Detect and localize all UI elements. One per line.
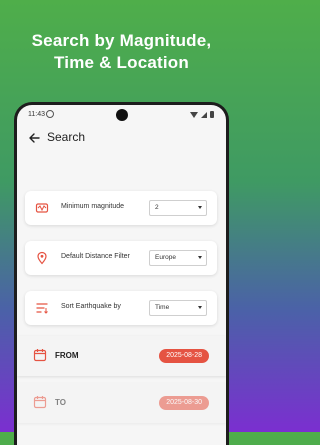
minimum-magnitude-row: Minimum magnitude 2 [25,191,217,225]
status-bar: 11:43 [17,105,226,123]
minimum-magnitude-value: 2 [155,204,159,211]
chevron-down-icon [198,206,202,209]
wifi-icon [190,111,198,118]
camera-cutout [116,109,128,121]
distance-filter-row: Default Distance Filter Europe [25,241,217,275]
chevron-down-icon [198,306,202,309]
system-icons [190,111,214,118]
page-title: Search [47,130,86,144]
promo-headline-line2: Time & Location [54,53,189,72]
sync-icon [46,110,54,118]
minimum-magnitude-label: Minimum magnitude [61,203,125,210]
app-bar: Search [17,123,226,153]
distance-filter-value: Europe [155,254,176,261]
battery-icon [210,111,214,118]
magnitude-icon [35,203,49,213]
location-icon [37,251,47,265]
minimum-magnitude-select[interactable]: 2 [149,200,207,216]
sort-icon [36,303,48,314]
calendar-icon [33,396,47,409]
promo-headline: Search by Magnitude, Time & Location [0,30,243,74]
from-label: FROM [55,351,79,360]
back-arrow-icon[interactable] [27,131,41,145]
to-date-badge[interactable]: 2025-08-30 [159,396,209,410]
sort-by-label: Sort Earthquake by [61,303,121,310]
signal-icon [201,111,207,118]
calendar-icon [33,349,47,362]
sort-by-value: Time [155,304,170,311]
promo-headline-line1: Search by Magnitude, [31,31,212,50]
to-date-row[interactable]: TO 2025-08-30 [17,383,226,423]
from-date-row[interactable]: FROM 2025-08-28 [17,336,226,376]
status-time: 11:43 [28,111,45,118]
distance-filter-select[interactable]: Europe [149,250,207,266]
sort-by-row: Sort Earthquake by Time [25,291,217,325]
from-date-badge[interactable]: 2025-08-28 [159,349,209,363]
to-label: TO [55,398,66,407]
distance-filter-label: Default Distance Filter [61,253,130,260]
phone-frame: 11:43 Search Minimum magnitude 2 Default… [17,105,226,445]
chevron-down-icon [198,256,202,259]
sort-by-select[interactable]: Time [149,300,207,316]
